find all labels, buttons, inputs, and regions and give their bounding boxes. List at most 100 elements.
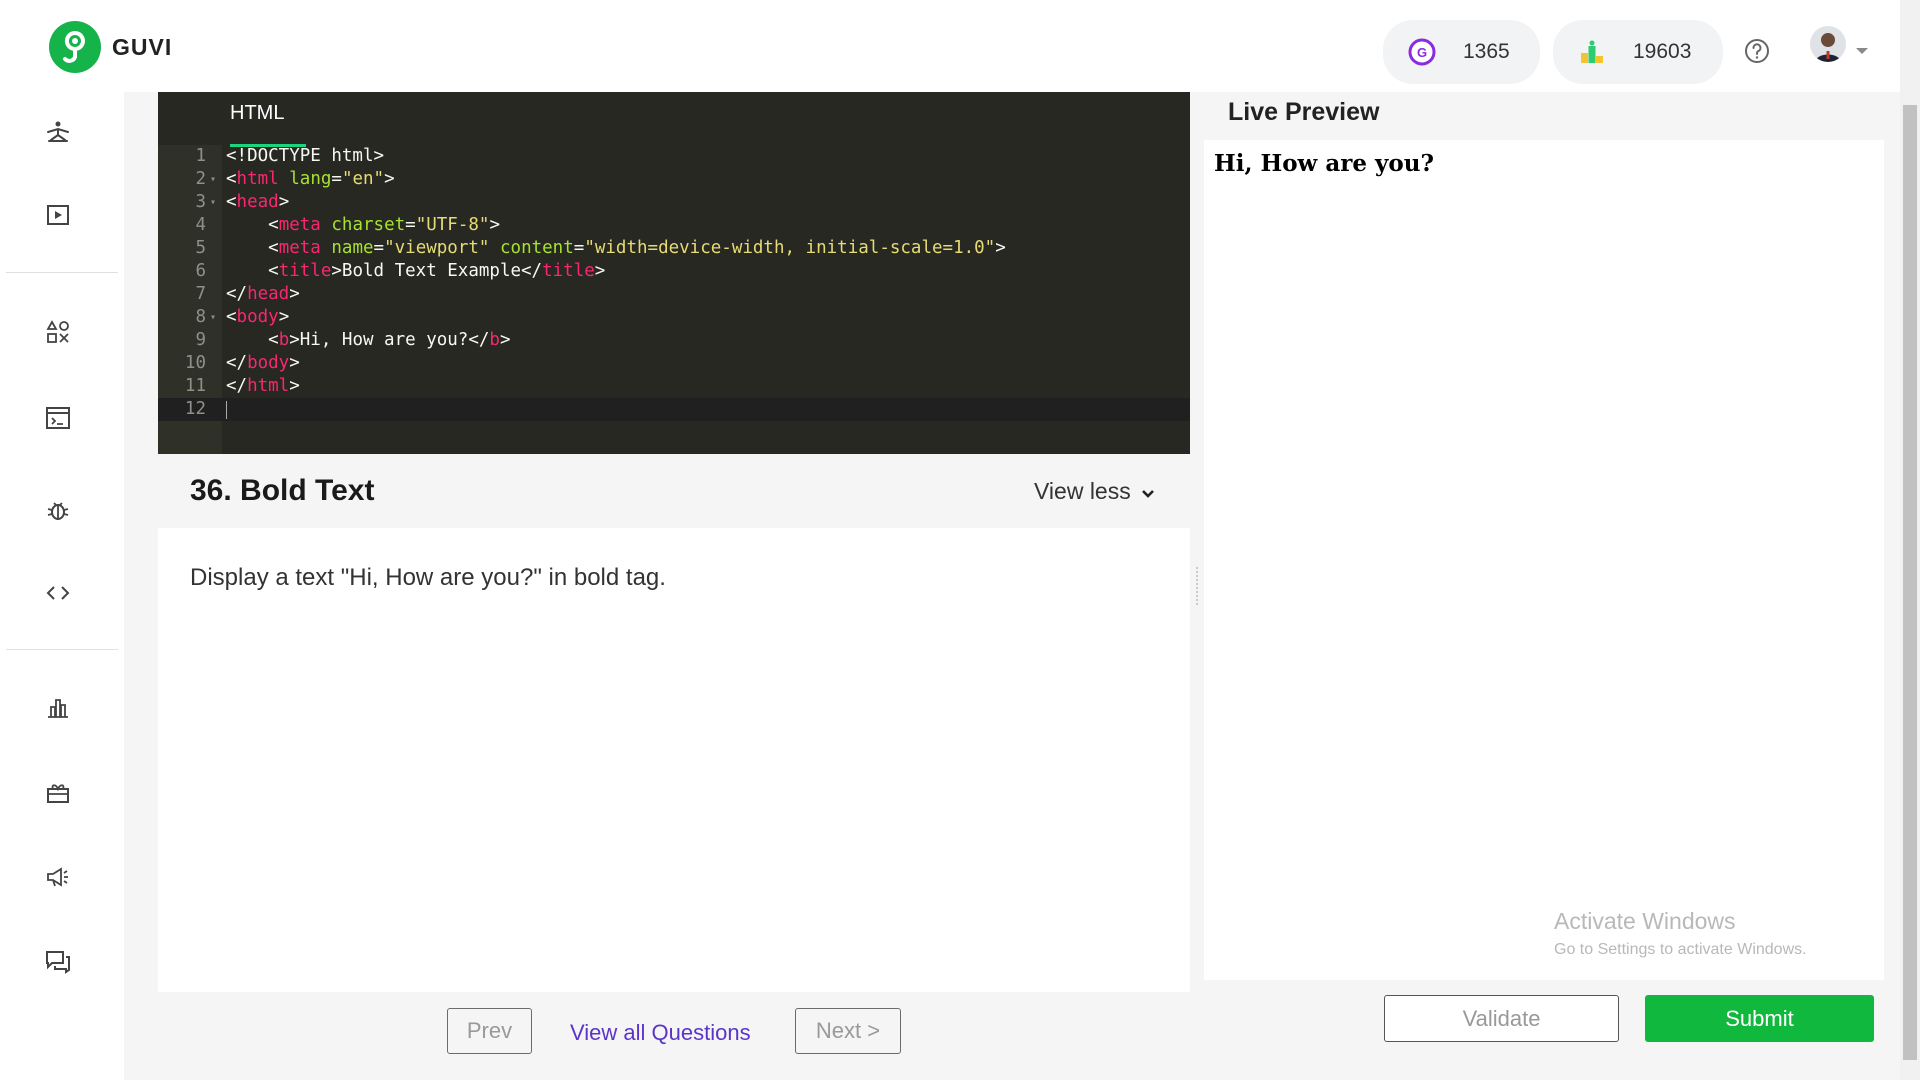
sidebar (0, 92, 124, 1080)
top-header: GUVI G 1365 19603 (0, 0, 1900, 92)
code-text: </head> (226, 283, 300, 306)
code-line[interactable]: 4 <meta charset="UTF-8"> (158, 214, 1190, 237)
code-token: < (226, 307, 237, 327)
line-number: 7 (195, 284, 206, 304)
rank-count: 19603 (1633, 40, 1692, 63)
caret-down-icon[interactable] (1856, 48, 1868, 54)
gift-icon[interactable] (43, 777, 73, 807)
line-number: 5 (195, 238, 206, 258)
shapes-icon[interactable] (43, 317, 73, 347)
fold-icon[interactable]: ▾ (210, 191, 216, 214)
code-token: = (573, 238, 585, 258)
code-token: > (289, 353, 300, 373)
code-token: "en" (341, 169, 385, 189)
validate-button[interactable]: Validate (1384, 995, 1619, 1042)
line-number: 2 (195, 169, 206, 189)
preview-output: Hi, How are you? (1214, 150, 1434, 177)
code-token: < (226, 261, 279, 281)
code-token: = (331, 169, 342, 189)
code-token: > (499, 330, 511, 350)
code-line[interactable]: 8 ▾ <body> (158, 306, 1190, 329)
code-token: < (226, 215, 279, 235)
code-line[interactable]: 7 </head> (158, 283, 1190, 306)
code-token: "viewport" (384, 238, 490, 258)
prev-button[interactable]: Prev (447, 1008, 532, 1054)
preview-frame: Hi, How are you? Activate Windows Go to … (1204, 140, 1884, 980)
code-text: <b>Hi, How are you?</b> (226, 329, 511, 352)
drag-handle-icon[interactable] (1195, 566, 1199, 606)
code-token: > (995, 238, 1006, 258)
code-editor[interactable]: HTML 1 <!DOCTYPE html> 2 ▾ <html lang="en"> 3… (158, 92, 1190, 454)
code-line[interactable]: 5 <meta name="viewport" content="width=d… (158, 237, 1190, 260)
bug-icon[interactable] (43, 495, 73, 525)
geekoins-pill[interactable]: G 1365 (1383, 20, 1540, 84)
bar-chart-icon[interactable] (43, 692, 73, 722)
code-text: <head> (226, 191, 289, 214)
code-token: > (278, 307, 290, 327)
pane-splitter[interactable] (1190, 92, 1204, 1080)
code-token: head (236, 192, 279, 212)
line-number: 9 (195, 330, 206, 350)
guvi-logo[interactable]: GUVI (49, 21, 172, 73)
help-icon[interactable] (1742, 36, 1772, 66)
code-line[interactable]: 11 </html> (158, 375, 1190, 398)
play-icon[interactable] (43, 200, 73, 230)
avatar[interactable] (1810, 26, 1846, 62)
code-text: <meta charset="UTF-8"> (226, 214, 500, 237)
code-token: html (247, 376, 290, 396)
terminal-icon[interactable] (43, 403, 73, 433)
view-less-toggle[interactable]: View less (1034, 478, 1155, 505)
fold-icon[interactable]: ▾ (210, 306, 216, 329)
code-area[interactable]: 1 <!DOCTYPE html> 2 ▾ <html lang="en"> 3 ▾ <hea… (158, 145, 1190, 421)
code-token: </ (226, 353, 248, 373)
tab-html[interactable]: HTML (230, 102, 284, 125)
scrollbar-thumb[interactable] (1903, 105, 1917, 1060)
code-token: > (278, 192, 290, 212)
code-token: < (226, 192, 237, 212)
code-line[interactable]: 10 </body> (158, 352, 1190, 375)
text-cursor (226, 401, 227, 419)
page-scrollbar[interactable] (1900, 0, 1920, 1080)
code-token: = (405, 215, 416, 235)
rank-pill[interactable]: 19603 (1553, 20, 1723, 84)
line-number: 12 (184, 399, 206, 419)
geekoins-count: 1365 (1463, 40, 1510, 63)
brand-name: GUVI (112, 33, 173, 60)
question-body: Display a text "Hi, How are you?" in bol… (158, 528, 1190, 992)
yoga-icon[interactable] (43, 117, 73, 147)
code-token: lang (289, 169, 332, 189)
code-token: >Hi, How are you?</ (289, 330, 490, 350)
watermark-title: Activate Windows (1554, 908, 1736, 934)
line-number: 1 (195, 146, 206, 166)
code-icon[interactable] (43, 578, 73, 608)
code-line[interactable]: 1 <!DOCTYPE html> (158, 145, 1190, 168)
line-number: 11 (184, 376, 206, 396)
next-button[interactable]: Next > (795, 1008, 901, 1054)
fold-icon[interactable]: ▾ (210, 168, 216, 191)
code-text: <body> (226, 306, 289, 329)
question-title: 36. Bold Text (190, 474, 375, 507)
code-line[interactable]: 2 ▾ <html lang="en"> (158, 168, 1190, 191)
code-text: </html> (226, 375, 300, 398)
code-token: body (236, 307, 279, 327)
code-text: </body> (226, 352, 300, 375)
code-token: meta (278, 215, 321, 235)
live-preview-panel: Live Preview Hi, How are you? Activate W… (1204, 92, 1884, 1080)
code-line[interactable]: 3 ▾ <head> (158, 191, 1190, 214)
chat-icon[interactable] (43, 947, 73, 977)
guvi-logo-icon (49, 21, 101, 73)
watermark-subtitle: Go to Settings to activate Windows. (1554, 941, 1807, 958)
submit-button[interactable]: Submit (1645, 995, 1874, 1042)
view-all-questions-link[interactable]: View all Questions (570, 1020, 751, 1046)
code-line[interactable]: 9 <b>Hi, How are you?</b> (158, 329, 1190, 352)
code-token: "width=device-width, initial-scale=1.0" (584, 238, 996, 258)
code-token: <!DOCTYPE html> (226, 146, 385, 166)
code-line[interactable]: 12 (158, 398, 1190, 421)
code-text: <!DOCTYPE html> (226, 145, 384, 168)
code-token: >Bold Text Example</ (331, 261, 543, 281)
megaphone-icon[interactable] (43, 862, 73, 892)
code-line[interactable]: 6 <title>Bold Text Example</title> (158, 260, 1190, 283)
